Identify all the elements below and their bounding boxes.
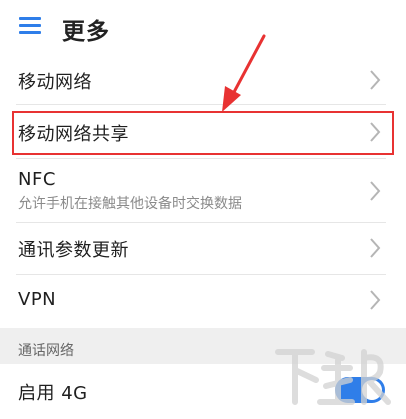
chevron-right-icon [370,181,381,201]
section-title: 通话网络 [18,343,74,359]
settings-screen: 更多 移动网络 移动网络共享 NFC 允许手机在接触其他设备时交换数据 通讯参数… [0,0,406,419]
chevron-right-icon [370,70,381,90]
enable-4g-toggle[interactable] [335,377,385,403]
settings-item-label: NFC [18,169,56,190]
settings-item-mobile-network[interactable]: 移动网络 [0,56,406,104]
chevron-right-icon [370,290,381,310]
page-title: 更多 [62,19,110,45]
divider [16,158,386,159]
settings-item-label: VPN [18,289,57,310]
settings-item-vpn[interactable]: VPN [0,275,406,327]
divider [16,104,386,105]
settings-item-subtitle: 允许手机在接触其他设备时交换数据 [18,196,242,212]
hamburger-menu-icon[interactable] [19,17,41,35]
settings-item-label: 启用 4G [18,383,88,404]
settings-item-label: 通讯参数更新 [18,240,129,261]
settings-item-label: 移动网络 [18,72,92,93]
toggle-knob [362,380,382,400]
chevron-right-icon [370,238,381,258]
app-bar: 更多 [0,0,406,56]
settings-item-nfc[interactable]: NFC 允许手机在接触其他设备时交换数据 [0,160,406,220]
highlight-box [12,111,394,155]
settings-item-carrier-params-update[interactable]: 通讯参数更新 [0,223,406,273]
